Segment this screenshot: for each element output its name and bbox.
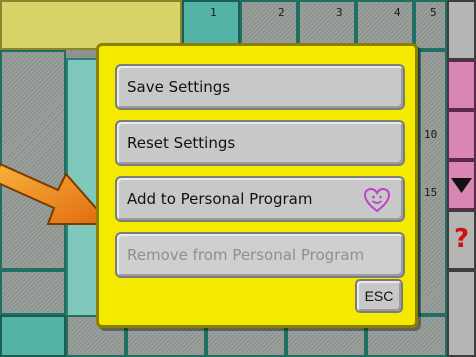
save-settings-label: Save Settings [127,78,231,96]
esc-label: ESC [364,288,394,304]
heart-smiley-icon [363,187,391,213]
side-number-10: 10 [424,128,438,141]
triangle-down-icon [451,178,472,193]
tab-2-number: 2 [278,6,285,19]
right-panel: 10 15 [418,50,447,315]
right-button-bottom[interactable] [447,270,476,357]
esc-button[interactable]: ESC [355,279,403,313]
remove-from-personal-program-label: Remove from Personal Program [127,246,365,264]
tab-1-number: 1 [210,6,217,19]
right-button-pink-2[interactable] [447,110,476,160]
help-button[interactable]: ? [447,210,476,270]
add-to-personal-program-label: Add to Personal Program [127,190,313,208]
add-to-personal-program-button[interactable]: Add to Personal Program [115,176,405,222]
left-button-1[interactable] [0,270,66,315]
question-mark-icon: ? [454,224,470,254]
side-number-15: 15 [424,186,438,199]
settings-dialog: Save Settings Reset Settings Add to Pers… [96,43,418,328]
left-button-2[interactable] [0,315,66,357]
right-button-top[interactable] [447,0,476,60]
tab-5[interactable]: 5 [414,0,447,50]
remove-from-personal-program-button: Remove from Personal Program [115,232,405,278]
right-button-pink-1[interactable] [447,60,476,110]
reset-settings-button[interactable]: Reset Settings [115,120,405,166]
save-settings-button[interactable]: Save Settings [115,64,405,110]
tab-5-number: 5 [430,6,437,19]
reset-settings-label: Reset Settings [127,134,236,152]
tab-3-number: 3 [336,6,343,19]
tab-4-number: 4 [394,6,401,19]
right-button-pink-3[interactable] [447,160,476,210]
